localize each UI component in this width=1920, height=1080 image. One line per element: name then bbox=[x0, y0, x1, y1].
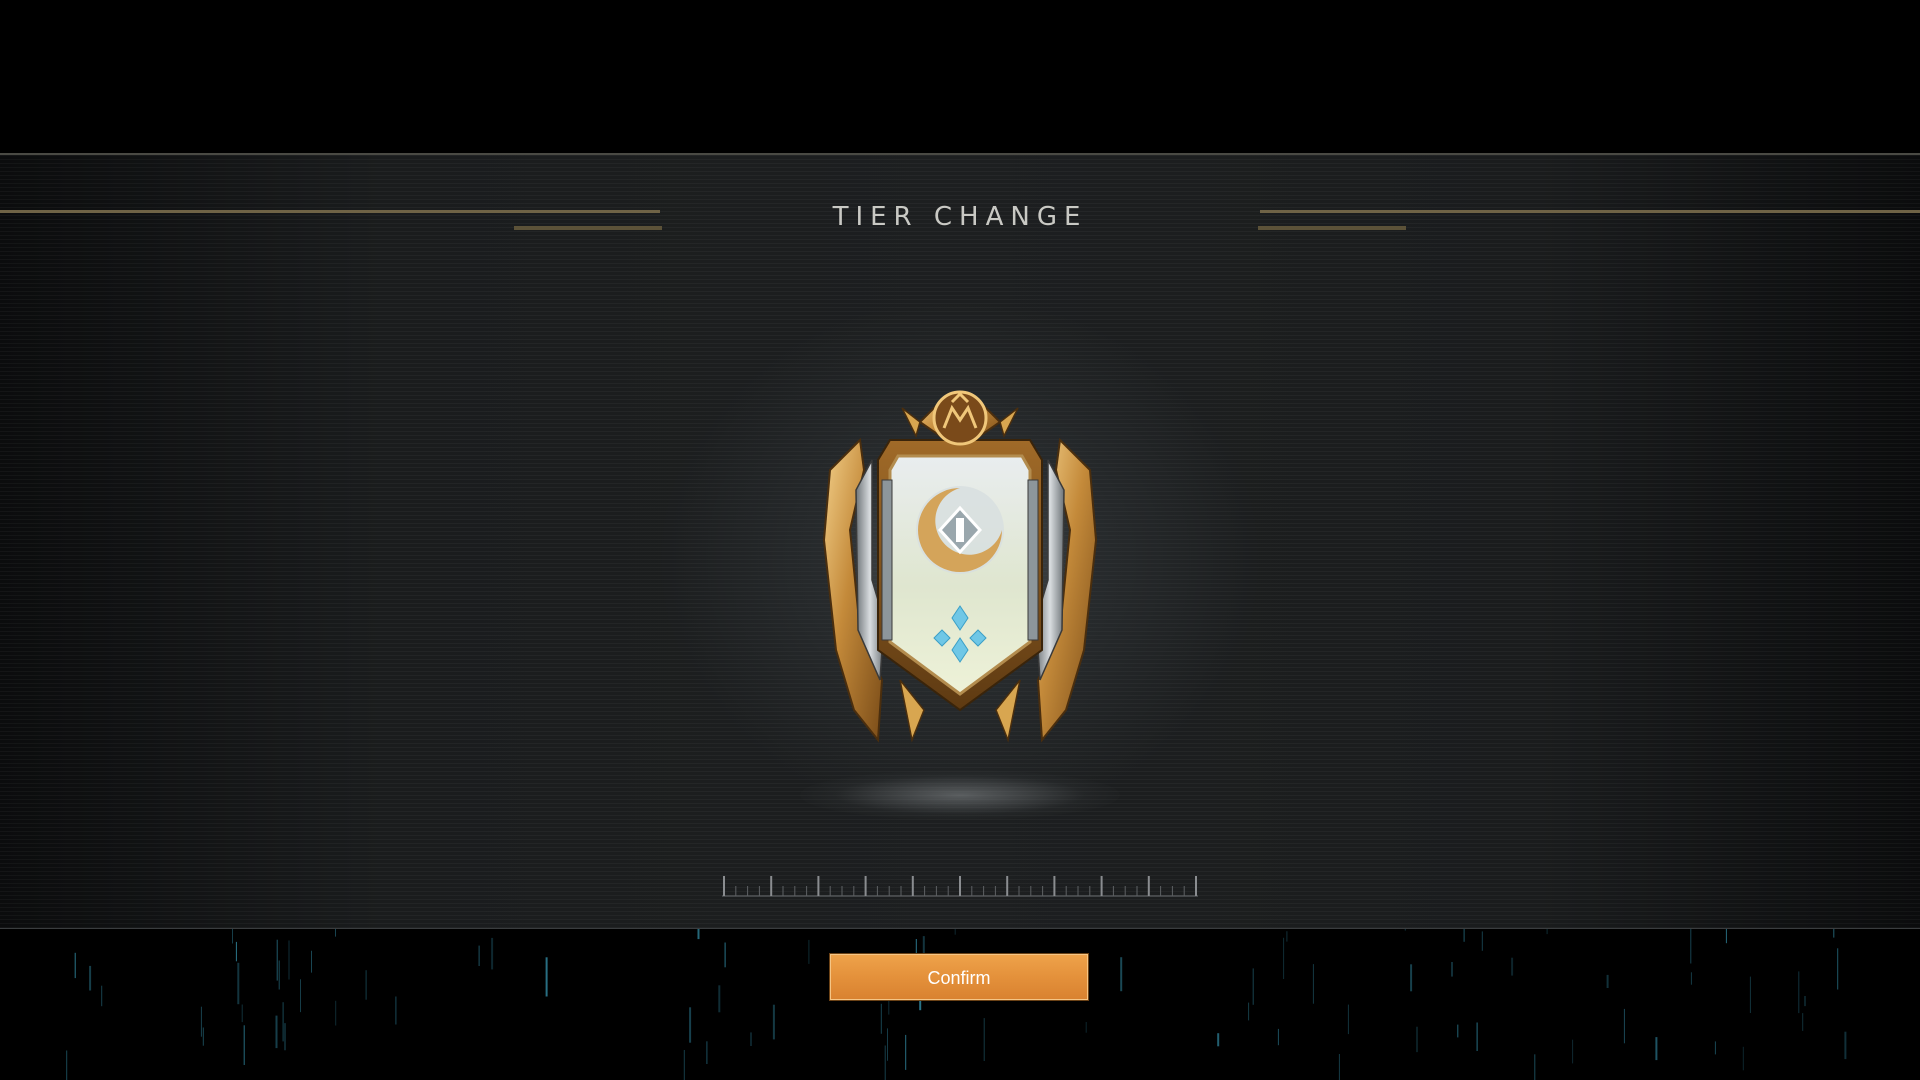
am-crest-icon bbox=[901, 390, 1019, 446]
tier-change-screen: TIER CHANGE Confirm bbox=[0, 0, 1920, 1080]
badge-shadow bbox=[800, 770, 1120, 820]
page-title: TIER CHANGE bbox=[832, 202, 1088, 232]
crescent-emblem-icon bbox=[916, 486, 1004, 574]
confirm-button[interactable]: Confirm bbox=[830, 954, 1088, 1000]
progress-ruler bbox=[722, 876, 1198, 897]
rank-badge-icon bbox=[820, 380, 1100, 750]
